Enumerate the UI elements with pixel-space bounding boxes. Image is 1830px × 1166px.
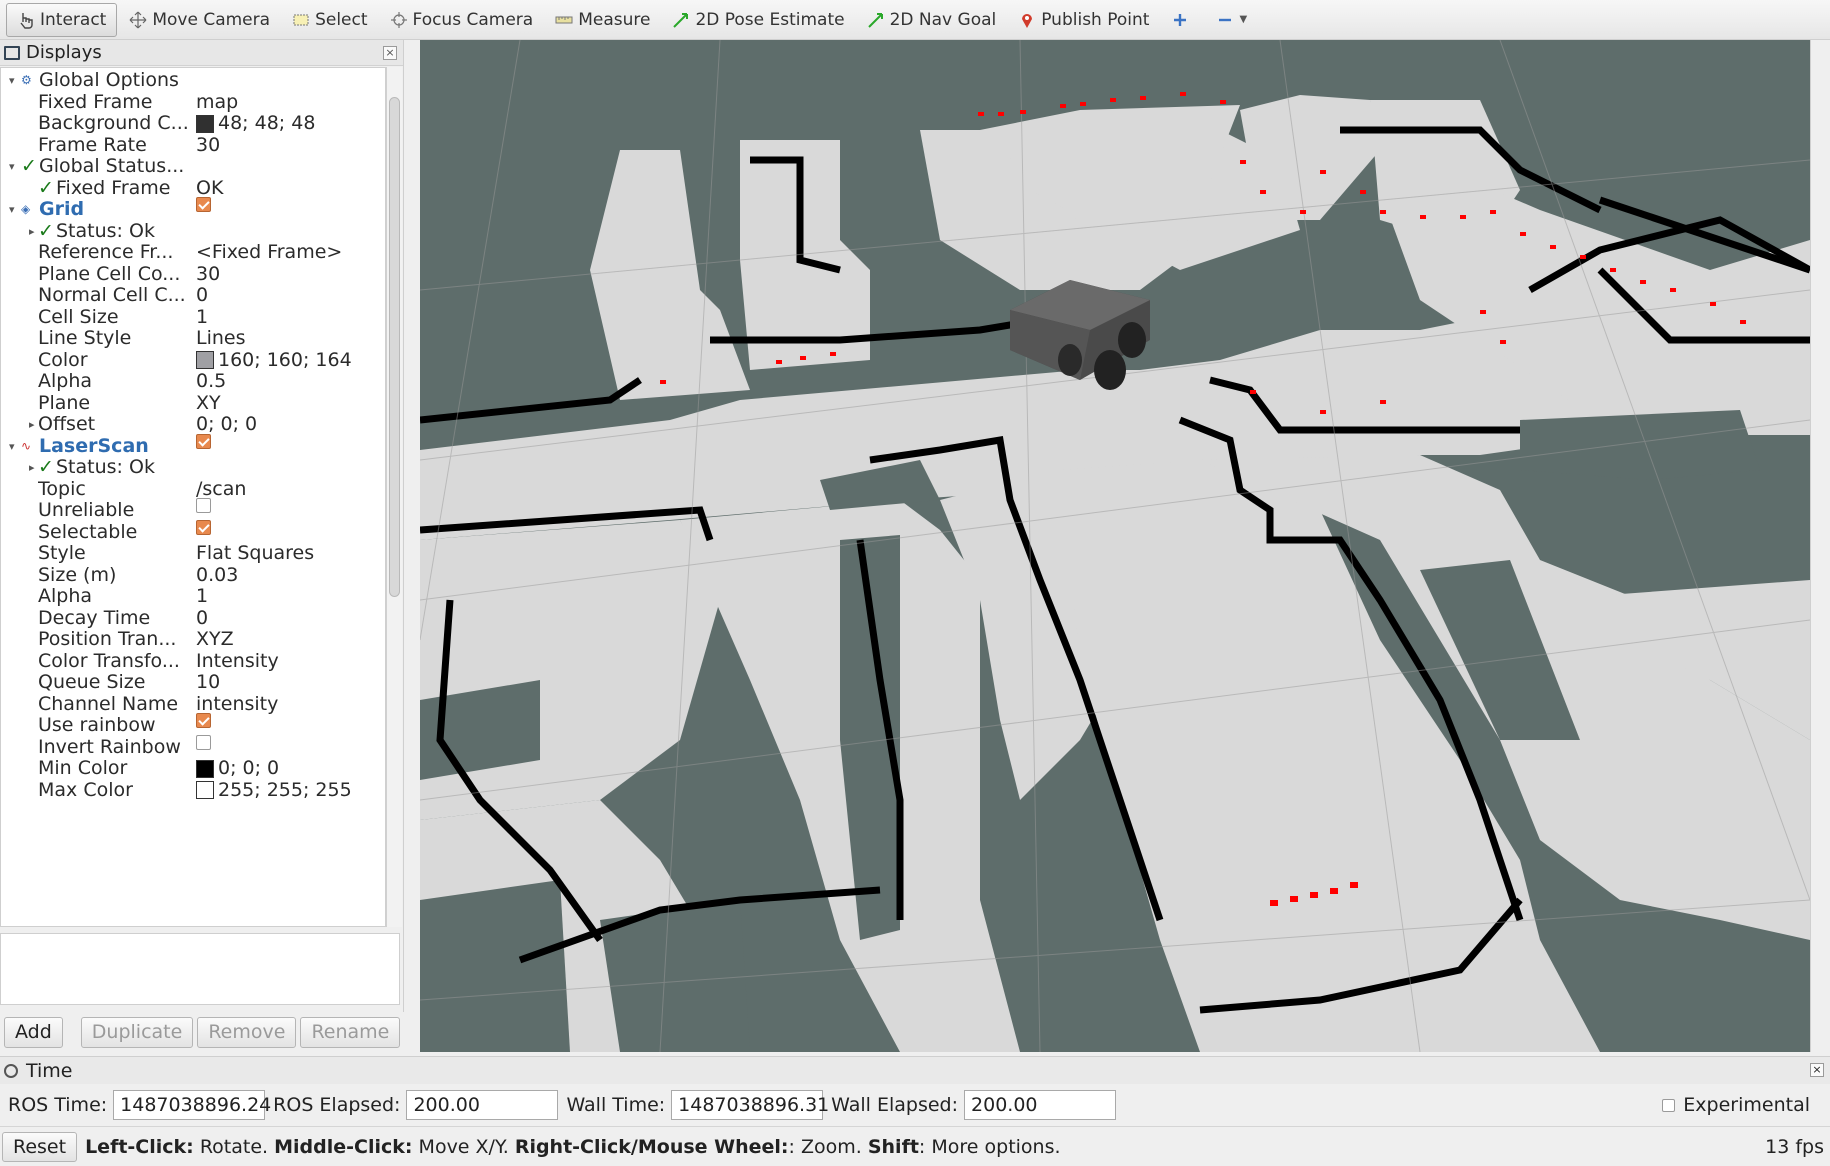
experimental-label: Experimental — [1683, 1094, 1810, 1116]
ros-time-label: ROS Time: — [8, 1094, 108, 1116]
time-title-bar: Time × — [0, 1056, 1830, 1084]
color-swatch[interactable] — [196, 351, 214, 369]
publish-point-tool[interactable]: Publish Point — [1008, 3, 1159, 37]
status-bar: Reset Left-Click: Rotate. Middle-Click: … — [0, 1126, 1830, 1166]
map-pin-icon — [1018, 11, 1036, 29]
select-label: Select — [315, 9, 368, 30]
move-camera-label: Move Camera — [152, 9, 271, 30]
display-buttons: Add Duplicate Remove Rename — [0, 1012, 404, 1052]
tree-row-name: Max Color — [38, 778, 133, 801]
map-render[interactable] — [420, 40, 1810, 1052]
monitor-icon — [4, 45, 20, 60]
color-swatch[interactable] — [196, 114, 214, 133]
viewport-right-border — [1810, 40, 1830, 1052]
duplicate-button[interactable]: Duplicate — [80, 1016, 194, 1048]
tree-row[interactable]: Max Color 255; 255; 255 — [1, 778, 385, 803]
plus-icon — [1171, 11, 1189, 29]
remove-button[interactable]: Remove — [197, 1016, 297, 1048]
tree-row-value[interactable] — [196, 713, 211, 728]
select-box-icon — [292, 11, 310, 29]
chevron-down-icon: ▼ — [1239, 14, 1248, 25]
checkbox-unchecked[interactable] — [196, 498, 211, 513]
tree-row-value[interactable] — [196, 519, 211, 535]
minus-icon — [1216, 11, 1234, 29]
time-fields-row: ROS Time: 1487038896.24 ROS Elapsed: 200… — [0, 1084, 1830, 1126]
checkbox-checked[interactable] — [196, 433, 211, 449]
displays-title-bar: Displays × — [0, 40, 403, 66]
wall-time-field[interactable]: 1487038896.31 — [671, 1090, 829, 1120]
focus-camera-label: Focus Camera — [412, 9, 534, 30]
rename-button[interactable]: Rename — [300, 1016, 401, 1048]
move-camera-icon — [129, 11, 147, 29]
measure-label: Measure — [578, 9, 651, 30]
right-click-key: Right-Click/Mouse Wheel: — [514, 1135, 789, 1158]
green-arrow-icon — [672, 11, 690, 29]
ros-time-field[interactable]: 1487038896.24 — [113, 1090, 271, 1120]
shift-text: : More options. — [918, 1135, 1061, 1158]
ros-elapsed-field[interactable]: 200.00 — [406, 1090, 559, 1120]
tree-row-value[interactable] — [196, 197, 211, 212]
displays-panel: Displays × ▾ ⚙ Global Options Fixed Frame ma… — [0, 40, 404, 1012]
experimental-checkbox[interactable] — [1662, 1098, 1676, 1112]
scrollbar-thumb[interactable] — [389, 97, 400, 597]
middle-click-text: Move X/Y. — [418, 1135, 509, 1158]
wall-time-label: Wall Time: — [566, 1094, 666, 1116]
left-click-text: Rotate. — [199, 1135, 269, 1158]
nav-goal-tool[interactable]: 2D Nav Goal — [857, 3, 1007, 37]
interact-tool[interactable]: Interact — [6, 2, 118, 37]
interact-label: Interact — [40, 9, 107, 30]
hint-text: Left-Click: Rotate. Middle-Click: Move X… — [85, 1136, 1060, 1158]
tool-bar: Interact Move Camera Select Focus Camera… — [0, 0, 1830, 40]
hand-cursor-icon — [17, 11, 35, 29]
close-icon[interactable]: × — [1810, 1063, 1824, 1077]
wall-elapsed-label: Wall Elapsed: — [831, 1094, 959, 1116]
middle-click-key: Middle-Click: — [274, 1135, 413, 1158]
right-click-text: : Zoom. — [788, 1135, 862, 1158]
rviz-window: Interact Move Camera Select Focus Camera… — [0, 0, 1830, 1166]
focus-crosshair-icon — [390, 11, 408, 29]
time-title: Time — [26, 1059, 73, 1082]
time-panel: Time × ROS Time: 1487038896.24 ROS Elaps… — [0, 1056, 1830, 1126]
displays-tree[interactable]: ▾ ⚙ Global Options Fixed Frame map Background… — [0, 67, 386, 927]
render-viewport[interactable] — [420, 40, 1810, 1052]
shift-key: Shift — [867, 1135, 919, 1158]
move-camera-tool[interactable]: Move Camera — [119, 3, 280, 37]
focus-camera-tool[interactable]: Focus Camera — [380, 3, 544, 37]
tree-row-value[interactable] — [196, 734, 211, 750]
left-click-key: Left-Click: — [85, 1135, 194, 1158]
ruler-icon — [555, 11, 573, 29]
fps-counter: 13 fps — [1765, 1135, 1824, 1158]
green-arrow-icon — [867, 11, 885, 29]
wall-elapsed-field[interactable]: 200.00 — [964, 1090, 1117, 1120]
ros-elapsed-label: ROS Elapsed: — [273, 1094, 401, 1116]
remove-tool-button[interactable]: ▼ — [1206, 3, 1257, 37]
checkbox-checked[interactable] — [196, 197, 211, 212]
checkbox-checked[interactable] — [196, 519, 211, 535]
color-swatch[interactable] — [196, 781, 214, 799]
clock-icon — [4, 1063, 18, 1078]
property-description-box — [0, 933, 400, 1005]
publish-point-label: Publish Point — [1041, 9, 1150, 30]
value-text: 255; 255; 255 — [218, 778, 352, 801]
checkbox-checked[interactable] — [196, 713, 211, 728]
pose-estimate-tool[interactable]: 2D Pose Estimate — [662, 3, 854, 37]
add-tool-button[interactable] — [1161, 3, 1204, 37]
measure-tool[interactable]: Measure — [545, 3, 660, 37]
tree-row-value[interactable] — [196, 433, 211, 449]
close-icon[interactable]: × — [383, 46, 397, 60]
pose-estimate-label: 2D Pose Estimate — [695, 9, 845, 30]
displays-scrollbar[interactable] — [386, 67, 402, 927]
checkbox-unchecked[interactable] — [196, 734, 211, 750]
displays-title: Displays — [26, 42, 102, 63]
add-button[interactable]: Add — [4, 1016, 63, 1048]
reset-button[interactable]: Reset — [2, 1131, 78, 1162]
color-swatch[interactable] — [196, 759, 214, 778]
tree-row-value[interactable] — [196, 498, 211, 513]
nav-goal-label: 2D Nav Goal — [889, 9, 997, 30]
tree-row-value[interactable]: 255; 255; 255 — [196, 778, 352, 803]
select-tool[interactable]: Select — [282, 3, 377, 37]
